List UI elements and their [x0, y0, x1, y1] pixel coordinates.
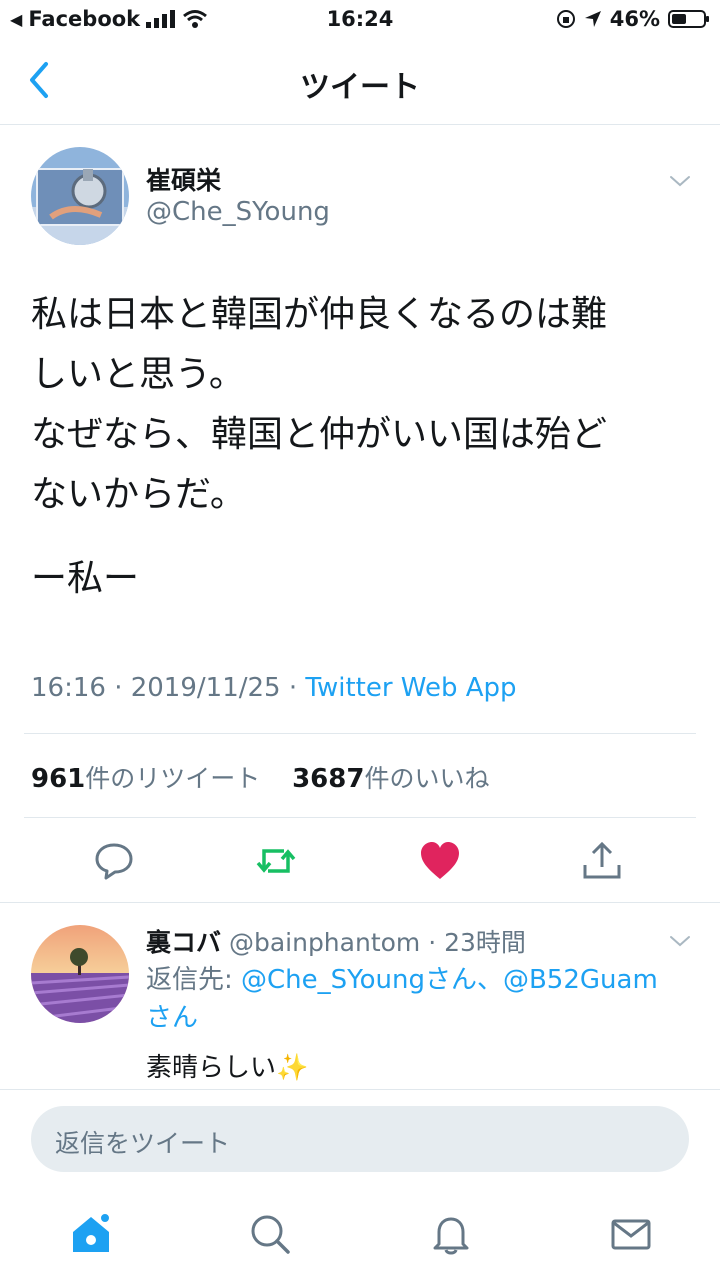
retweet-label: 件のリツイート: [85, 764, 261, 793]
battery-percent: 46%: [609, 7, 660, 31]
orientation-lock-icon: [556, 10, 575, 28]
tweet-source-link[interactable]: Twitter Web App: [305, 673, 516, 703]
retweet-count: 961: [31, 764, 86, 794]
reply-input[interactable]: 返信をツイート: [31, 1106, 689, 1172]
reply-input-placeholder: 返信をツイート: [55, 1129, 231, 1158]
divider: [24, 733, 696, 734]
retweet-icon[interactable]: [254, 839, 298, 883]
messages-envelope-icon[interactable]: [609, 1212, 653, 1256]
author-avatar[interactable]: [31, 147, 129, 245]
tweet-line: 私は日本と韓国が仲良くなるのは難: [31, 294, 608, 335]
reply-icon[interactable]: [92, 839, 136, 883]
battery-icon: [668, 10, 709, 28]
reply-header: 裏コバ @bainphantom · 23時間: [146, 923, 526, 959]
tweet-timestamp: 16:16 · 2019/11/25 ·: [31, 673, 306, 703]
reply-mentions[interactable]: @Che_SYoungさん、@B52Guam: [241, 965, 658, 995]
tweet-line: なぜなら、韓国と仲がいい国は殆ど: [31, 414, 608, 455]
search-icon[interactable]: [248, 1212, 292, 1256]
like-label: 件のいいね: [364, 764, 490, 793]
reply-handle-time: @bainphantom · 23時間: [221, 928, 526, 957]
like-count: 3687: [292, 764, 365, 794]
location-icon: [584, 11, 601, 27]
author-handle[interactable]: @Che_SYoung: [146, 197, 330, 227]
tab-bar: [0, 1190, 720, 1280]
author-name[interactable]: 崔碩栄: [146, 161, 221, 197]
status-bar: ◀ Facebook 16:24 46%: [0, 0, 720, 40]
notifications-bell-icon[interactable]: [429, 1212, 473, 1256]
tweet-meta: 16:16 · 2019/11/25 · Twitter Web App: [31, 673, 517, 703]
chevron-down-icon[interactable]: [668, 929, 692, 953]
reply-mention-suffix[interactable]: さん: [146, 1003, 198, 1033]
reply-text: 素晴らしい✨: [146, 1053, 309, 1083]
reply-avatar[interactable]: [31, 925, 129, 1023]
reply-to-label: 返信先:: [146, 965, 242, 995]
tweet-actions: [0, 819, 720, 903]
home-icon[interactable]: [69, 1212, 113, 1256]
reply-to: 返信先: @Che_SYoungさん、@B52Guam さん: [146, 961, 686, 1037]
tweet-signature: ー私ー: [31, 558, 140, 599]
reply-author-name[interactable]: 裏コバ: [146, 928, 221, 957]
compose-bar: 返信をツイート: [0, 1089, 720, 1190]
chevron-down-icon[interactable]: [668, 169, 692, 193]
tweet-line: ないからだ。: [31, 474, 246, 515]
page-title: ツイート: [300, 70, 420, 105]
reply-tweet[interactable]: 裏コバ @bainphantom · 23時間 返信先: @Che_SYoung…: [0, 903, 720, 1089]
navigation-bar: ツイート: [0, 40, 720, 125]
retweet-stat[interactable]: 961件のリツイート: [31, 764, 261, 794]
like-heart-icon[interactable]: [418, 839, 462, 883]
tweet-text: 私は日本と韓国が仲良くなるのは難 しいと思う。 なぜなら、韓国と仲がいい国は殆ど…: [31, 285, 691, 525]
share-icon[interactable]: [580, 839, 624, 883]
tweet-line: しいと思う。: [31, 354, 245, 395]
tweet-stats: 961件のリツイート 3687件のいいね: [31, 759, 489, 795]
divider: [24, 817, 696, 818]
like-stat[interactable]: 3687件のいいね: [292, 764, 490, 794]
